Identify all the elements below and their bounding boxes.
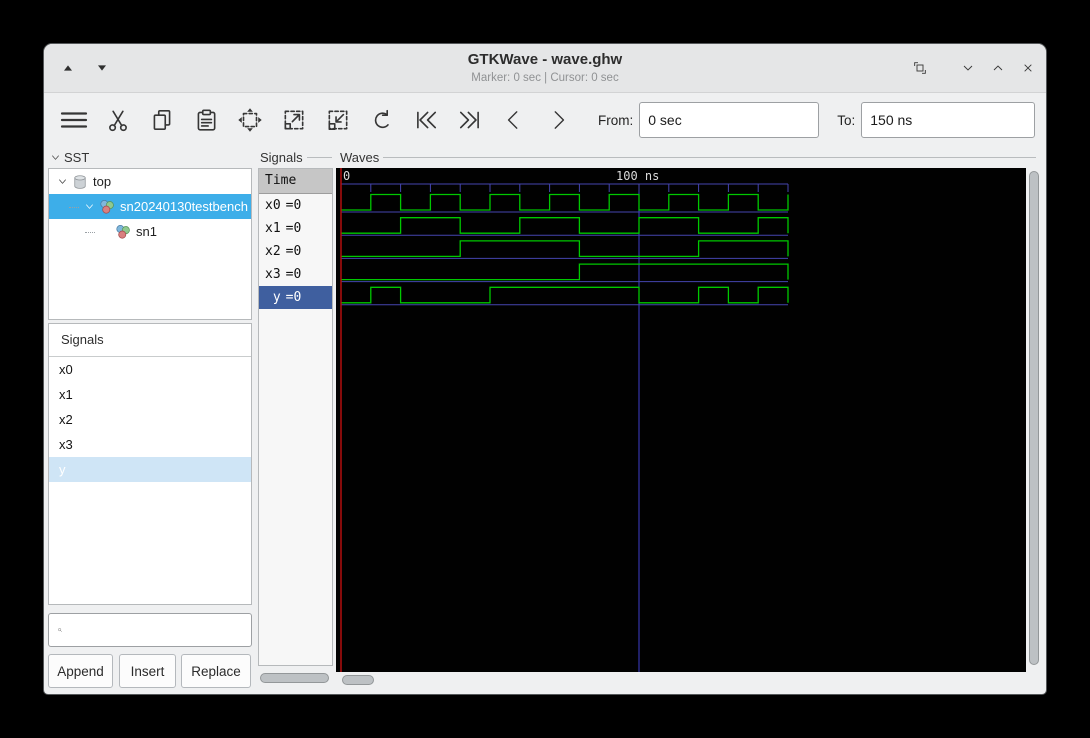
wave-vscrollbar-track[interactable]	[1028, 168, 1040, 672]
search-box	[48, 613, 252, 647]
timescale-label: 100 ns	[616, 169, 659, 183]
close-icon[interactable]	[1018, 58, 1038, 78]
signal-name: y	[272, 290, 281, 305]
module-icon	[114, 223, 132, 241]
go-last-icon	[459, 111, 479, 129]
waveform-plot: 0 100 ns	[336, 168, 1026, 672]
desktop: GTKWave - wave.ghw Marker: 0 sec | Curso…	[0, 0, 1090, 738]
paste-button[interactable]	[186, 100, 226, 140]
signal-list-item-x0[interactable]: x0	[49, 357, 251, 382]
wave-name-panel: Time x0 =0 x1 =0 x2 =0 x3 =0 y =0	[258, 168, 333, 666]
module-icon	[98, 198, 116, 216]
zoom-fit-button[interactable]	[230, 100, 270, 140]
tree-connector	[85, 231, 95, 233]
signal-name: x3	[265, 267, 281, 282]
wave-vscrollbar-thumb[interactable]	[1029, 171, 1039, 665]
tree-item-label: top	[93, 174, 112, 189]
copy-icon	[153, 109, 171, 131]
zoom-fit-icon	[238, 108, 262, 132]
window-subtitle: Marker: 0 sec | Cursor: 0 sec	[471, 72, 619, 84]
collapse-chevron-icon	[50, 152, 61, 163]
signal-list-header: Signals	[49, 324, 251, 357]
signal-list-item-x2[interactable]: x2	[49, 407, 251, 432]
waves-frame-label: Waves	[340, 149, 1036, 165]
replace-button[interactable]: Replace	[181, 654, 251, 688]
undo-icon	[374, 109, 389, 129]
wave-hscrollbar-thumb[interactable]	[342, 675, 374, 685]
zoom-out-button[interactable]	[318, 100, 358, 140]
expander-chevron-icon[interactable]	[55, 175, 69, 189]
from-label: From:	[598, 112, 634, 128]
gtkwave-window: GTKWave - wave.ghw Marker: 0 sec | Curso…	[44, 44, 1046, 694]
go-prev-button[interactable]	[494, 100, 534, 140]
fullscreen-icon[interactable]	[910, 58, 930, 78]
toolbar: From: To:	[44, 92, 1046, 148]
go-last-button[interactable]	[450, 100, 490, 140]
go-next-icon	[554, 111, 565, 129]
signal-list-item-x3[interactable]: x3	[49, 432, 251, 457]
zoom-in-icon	[284, 110, 304, 130]
signal-list-panel: Signals x0 x1 x2 x3 y	[48, 323, 252, 605]
from-input[interactable]	[639, 102, 820, 138]
time-header: Time	[259, 169, 332, 194]
wave-name-row-x3[interactable]: x3 =0	[259, 263, 332, 286]
wave-name-row-x2[interactable]: x2 =0	[259, 240, 332, 263]
cut-button[interactable]	[98, 100, 138, 140]
expander-chevron-icon[interactable]	[82, 200, 96, 214]
tree-item-sn20240130testbench[interactable]: sn20240130testbench	[49, 194, 251, 219]
wave-bg	[336, 168, 1026, 672]
window-title: GTKWave - wave.ghw	[467, 51, 623, 68]
signal-name: x0	[265, 198, 281, 213]
to-label: To:	[837, 112, 856, 128]
wave-name-row-y[interactable]: y =0	[259, 286, 332, 309]
timescale-label: 0	[343, 169, 350, 183]
signal-value: =0	[285, 267, 302, 282]
cut-icon	[109, 110, 127, 132]
signal-value: =0	[285, 290, 302, 305]
copy-button[interactable]	[142, 100, 182, 140]
wave-name-row-x1[interactable]: x1 =0	[259, 217, 332, 240]
go-prev-icon	[507, 111, 518, 129]
go-first-icon	[417, 111, 437, 129]
signal-list-item-y[interactable]: y	[49, 457, 251, 482]
tree-item-sn1[interactable]: sn1	[49, 219, 251, 244]
wave-name-row-x0[interactable]: x0 =0	[259, 194, 332, 217]
signal-name: x1	[265, 221, 281, 236]
tree-item-top[interactable]: top	[49, 169, 251, 194]
sst-header[interactable]: SST	[50, 149, 250, 165]
paste-icon	[197, 109, 216, 131]
tree-item-label: sn20240130testbench	[120, 199, 248, 214]
signal-name: x2	[265, 244, 281, 259]
tree-connector	[69, 206, 79, 208]
search-input[interactable]	[63, 614, 251, 646]
append-button[interactable]: Append	[48, 654, 113, 688]
wave-hscrollbar-track[interactable]	[336, 674, 1026, 686]
zoom-in-button[interactable]	[274, 100, 314, 140]
menu-button[interactable]	[54, 100, 94, 140]
zoom-out-icon	[328, 110, 348, 131]
insert-button[interactable]: Insert	[119, 654, 176, 688]
signal-value: =0	[285, 221, 302, 236]
minimize-icon[interactable]	[958, 58, 978, 78]
signal-value: =0	[285, 244, 302, 259]
database-icon	[71, 173, 89, 191]
wave-canvas[interactable]: 0 100 ns	[336, 168, 1026, 672]
mid-hscrollbar-thumb[interactable]	[260, 673, 329, 683]
undo-button[interactable]	[362, 100, 402, 140]
go-first-button[interactable]	[406, 100, 446, 140]
to-input[interactable]	[861, 102, 1036, 138]
signals-frame-label: Signals	[260, 149, 332, 165]
sst-tree: top sn20240130testbench sn1	[48, 168, 252, 320]
go-next-button[interactable]	[538, 100, 578, 140]
maximize-icon[interactable]	[988, 58, 1008, 78]
signal-list-item-x1[interactable]: x1	[49, 382, 251, 407]
menu-icon	[60, 112, 88, 128]
titlebar[interactable]: GTKWave - wave.ghw Marker: 0 sec | Curso…	[44, 44, 1046, 93]
signal-value: =0	[285, 198, 302, 213]
tree-item-label: sn1	[136, 224, 157, 239]
mid-hscrollbar-track[interactable]	[258, 672, 333, 684]
